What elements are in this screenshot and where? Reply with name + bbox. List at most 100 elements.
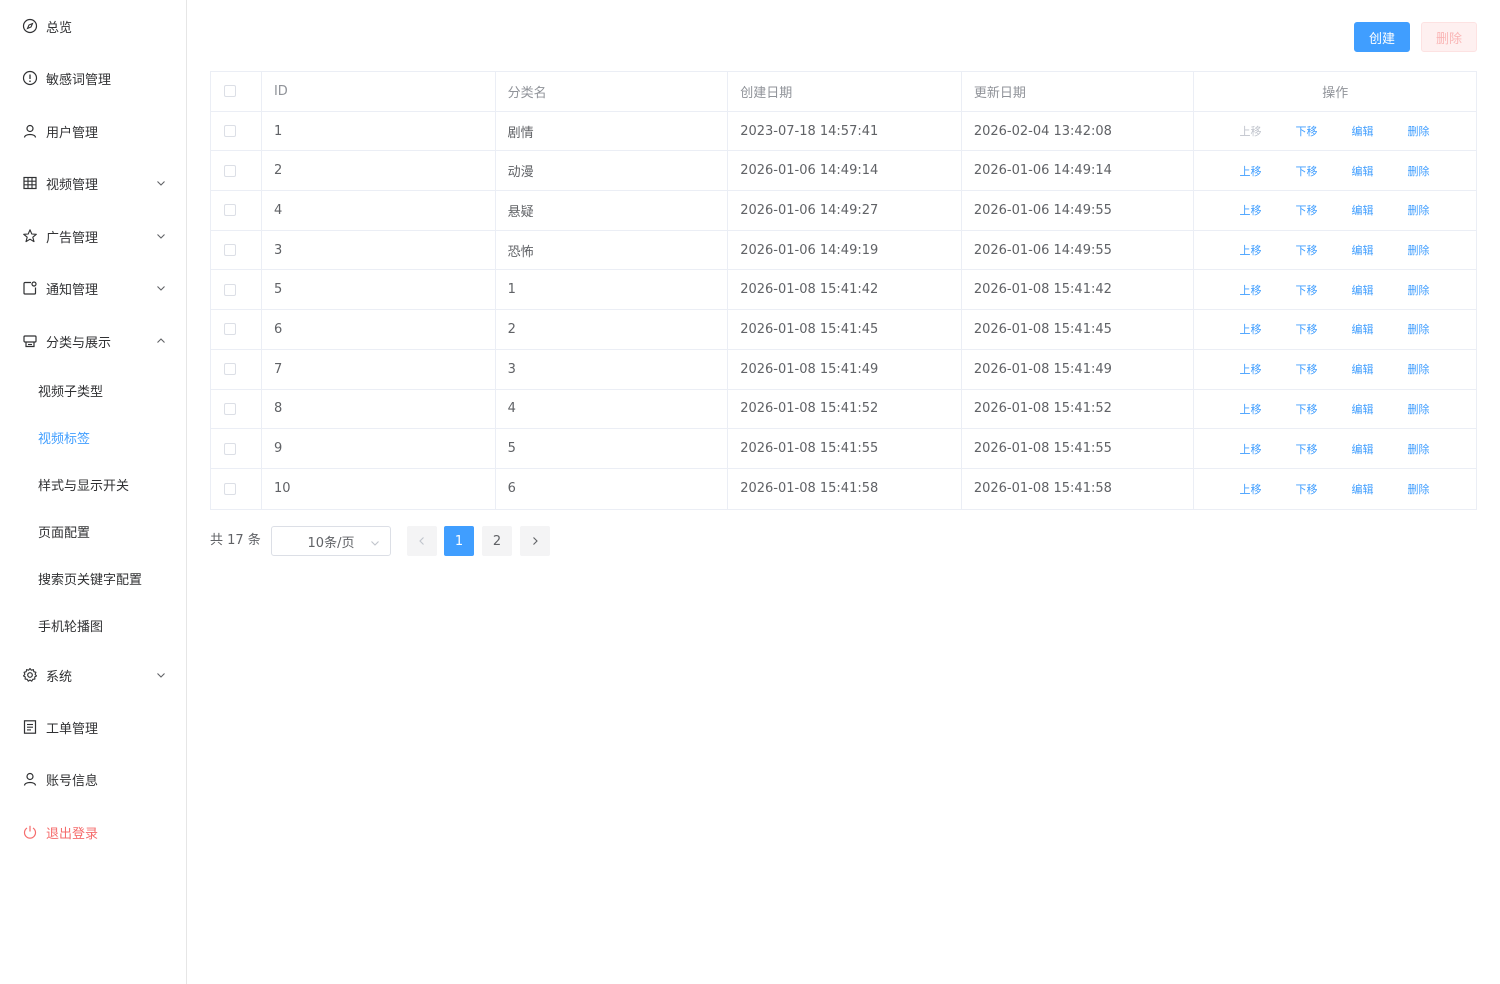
page-button-1[interactable]: 1: [444, 526, 474, 556]
edit-link[interactable]: 编辑: [1351, 163, 1407, 179]
sidebar-subitem-label: 手机轮播图: [38, 619, 104, 635]
sidebar-subitem-label: 视频子类型: [38, 384, 104, 400]
move-up-link[interactable]: 上移: [1239, 481, 1295, 497]
move-down-link[interactable]: 下移: [1295, 282, 1351, 298]
cell-ops: 上移 下移 编辑 删除: [1194, 270, 1476, 309]
sidebar-item-notifications[interactable]: 通知管理: [0, 262, 186, 314]
sidebar-subitem-search-keywords[interactable]: 搜索页关键字配置: [0, 555, 186, 601]
cell-ops: 上移 下移 编辑 删除: [1194, 310, 1476, 349]
header-ops: 操作: [1322, 85, 1349, 101]
cell-name: 恐怖: [496, 230, 729, 270]
cell-name: 4: [496, 389, 729, 429]
table-row: 3 恐怖 2026-01-06 14:49:19 2026-01-06 14:49:5…: [211, 230, 1476, 271]
table-header-row: ID 分类名 创建日期 更新日期 操作: [211, 72, 1476, 112]
move-up-link[interactable]: 上移: [1239, 401, 1295, 417]
move-down-link[interactable]: 下移: [1295, 242, 1351, 258]
page-button-2[interactable]: 2: [482, 526, 512, 556]
delete-link[interactable]: 删除: [1407, 202, 1463, 218]
cell-updated: 2026-01-08 15:41:49: [962, 349, 1195, 389]
delete-link[interactable]: 删除: [1407, 163, 1463, 179]
select-all-checkbox[interactable]: [224, 85, 236, 98]
move-down-link[interactable]: 下移: [1295, 361, 1351, 377]
header-updated: 更新日期: [962, 72, 1195, 111]
delete-link[interactable]: 删除: [1407, 242, 1463, 258]
edit-link[interactable]: 编辑: [1351, 361, 1407, 377]
header-checkbox-cell: [211, 72, 262, 111]
row-checkbox[interactable]: [224, 402, 236, 415]
sidebar-item-overview[interactable]: 总览: [0, 0, 186, 52]
delete-link[interactable]: 删除: [1407, 321, 1463, 337]
prev-page-button[interactable]: [407, 526, 437, 556]
edit-link[interactable]: 编辑: [1351, 481, 1407, 497]
table-row: 4 悬疑 2026-01-06 14:49:27 2026-01-06 14:49:5…: [211, 191, 1476, 231]
page-size-select[interactable]: 10条/页: [271, 526, 391, 556]
sidebar-subitem-label: 搜索页关键字配置: [38, 572, 143, 588]
move-down-link[interactable]: 下移: [1295, 481, 1351, 497]
row-checkbox[interactable]: [224, 283, 236, 296]
sidebar-item-categories[interactable]: 分类与展示: [0, 315, 186, 367]
row-checkbox[interactable]: [224, 323, 236, 336]
folder-icon: [22, 333, 38, 349]
edit-link[interactable]: 编辑: [1351, 123, 1407, 139]
warning-icon: [22, 70, 38, 86]
delete-link[interactable]: 删除: [1407, 441, 1463, 457]
header-name: 分类名: [496, 72, 729, 111]
row-actions: 上移 下移 编辑 删除: [1194, 321, 1476, 337]
sidebar-subitem-video-tags[interactable]: 视频标签: [0, 414, 186, 460]
document-icon: [22, 719, 38, 735]
row-checkbox[interactable]: [224, 442, 236, 455]
sidebar-item-videos[interactable]: 视频管理: [0, 157, 186, 209]
move-down-link[interactable]: 下移: [1295, 163, 1351, 179]
row-checkbox[interactable]: [224, 164, 236, 177]
move-up-link[interactable]: 上移: [1239, 441, 1295, 457]
sidebar-subitem-mobile-carousel[interactable]: 手机轮播图: [0, 602, 186, 648]
sidebar-item-logout[interactable]: 退出登录: [0, 806, 186, 858]
move-up-link[interactable]: 上移: [1239, 163, 1295, 179]
edit-link[interactable]: 编辑: [1351, 202, 1407, 218]
sidebar-item-system[interactable]: 系统: [0, 649, 186, 701]
move-down-link[interactable]: 下移: [1295, 441, 1351, 457]
delete-link[interactable]: 删除: [1407, 401, 1463, 417]
delete-link[interactable]: 删除: [1407, 282, 1463, 298]
cell-ops: 上移 下移 编辑 删除: [1194, 350, 1476, 389]
chevron-right-icon: [530, 536, 540, 546]
move-up-link[interactable]: 上移: [1239, 282, 1295, 298]
sidebar-item-tickets[interactable]: 工单管理: [0, 701, 186, 753]
sidebar-item-users[interactable]: 用户管理: [0, 105, 186, 157]
power-icon: [22, 824, 38, 840]
row-checkbox[interactable]: [224, 244, 236, 257]
edit-link[interactable]: 编辑: [1351, 242, 1407, 258]
row-checkbox[interactable]: [224, 363, 236, 376]
edit-link[interactable]: 编辑: [1351, 282, 1407, 298]
header-created: 创建日期: [728, 72, 962, 111]
move-up-link[interactable]: 上移: [1239, 361, 1295, 377]
sidebar-item-account[interactable]: 账号信息: [0, 753, 186, 805]
move-down-link[interactable]: 下移: [1295, 321, 1351, 337]
cell-ops: 上移 下移 编辑 删除: [1194, 151, 1476, 190]
move-down-link[interactable]: 下移: [1295, 202, 1351, 218]
row-checkbox[interactable]: [224, 482, 236, 495]
delete-link[interactable]: 删除: [1407, 123, 1463, 139]
sidebar-subitem-video-subtypes[interactable]: 视频子类型: [0, 367, 186, 413]
sidebar-subitem-page-config[interactable]: 页面配置: [0, 508, 186, 554]
delete-link[interactable]: 删除: [1407, 481, 1463, 497]
next-page-button[interactable]: [520, 526, 550, 556]
delete-link[interactable]: 删除: [1407, 361, 1463, 377]
edit-link[interactable]: 编辑: [1351, 321, 1407, 337]
move-down-link[interactable]: 下移: [1295, 401, 1351, 417]
edit-link[interactable]: 编辑: [1351, 441, 1407, 457]
row-checkbox[interactable]: [224, 204, 236, 217]
row-checkbox[interactable]: [224, 125, 236, 138]
sidebar-subitem-style-switches[interactable]: 样式与显示开关: [0, 461, 186, 507]
move-up-link[interactable]: 上移: [1239, 321, 1295, 337]
move-up-link[interactable]: 上移: [1239, 242, 1295, 258]
move-down-link[interactable]: 下移: [1295, 123, 1351, 139]
delete-button[interactable]: 删除: [1421, 22, 1477, 52]
move-up-link[interactable]: 上移: [1239, 202, 1295, 218]
cell-ops: 上移 下移 编辑 删除: [1194, 469, 1476, 509]
sidebar-item-ads[interactable]: 广告管理: [0, 210, 186, 262]
chevron-down-icon: [370, 537, 380, 547]
sidebar-item-sensitive-words[interactable]: 敏感词管理: [0, 52, 186, 104]
create-button[interactable]: 创建: [1354, 22, 1410, 52]
edit-link[interactable]: 编辑: [1351, 401, 1407, 417]
